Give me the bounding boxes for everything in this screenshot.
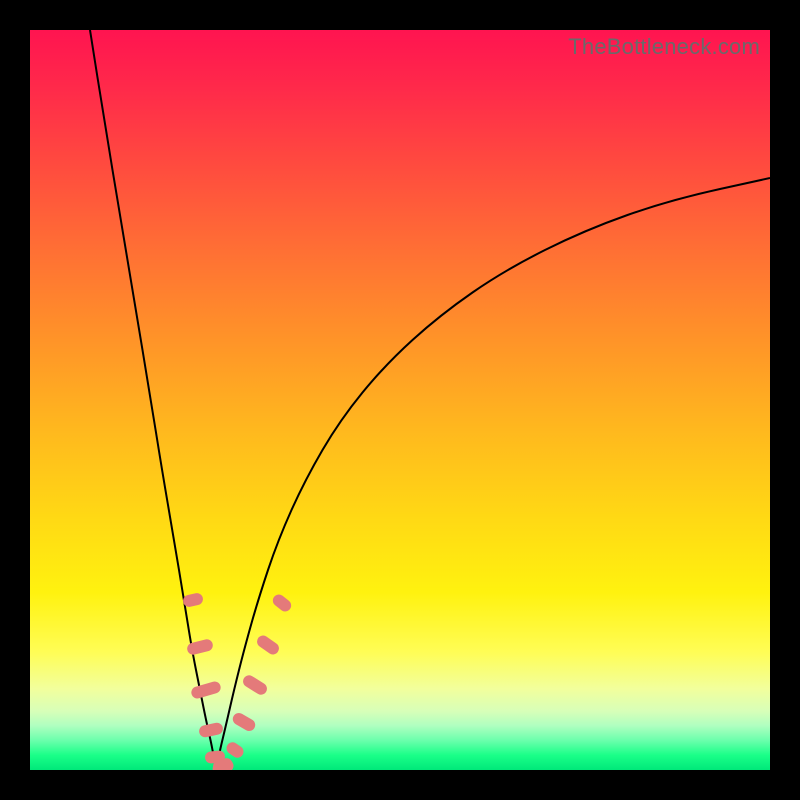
data-marker <box>241 673 269 697</box>
plot-area: TheBottleneck.com <box>30 30 770 770</box>
chart-frame: TheBottleneck.com <box>0 0 800 800</box>
data-marker <box>255 633 282 657</box>
data-marker <box>190 680 222 700</box>
curve-layer <box>30 30 770 770</box>
data-marker <box>231 711 258 733</box>
data-marker <box>224 740 246 760</box>
data-marker <box>198 722 224 739</box>
curve-right-branch <box>216 178 770 770</box>
curve-left-branch <box>90 30 216 770</box>
data-marker <box>270 592 293 614</box>
